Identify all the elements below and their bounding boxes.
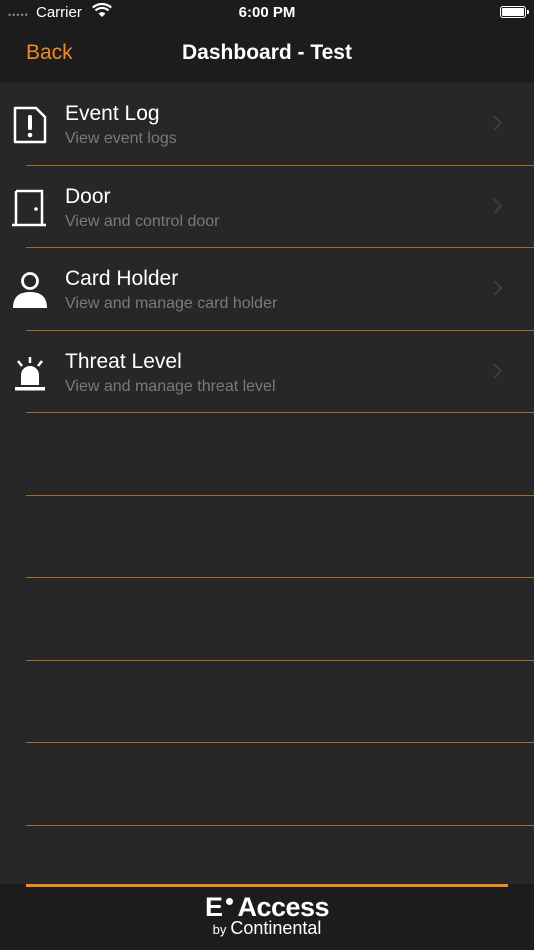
empty-row xyxy=(0,661,534,744)
person-icon xyxy=(13,272,47,308)
eaccess-logo: E Access by Continental xyxy=(0,893,534,939)
logo-letter-e: E xyxy=(204,892,223,922)
alert-document-icon xyxy=(13,106,47,144)
footer: E Access by Continental xyxy=(0,884,534,950)
footer-accent-line xyxy=(26,884,508,887)
chevron-right-icon xyxy=(493,362,503,379)
page-title: Dashboard - Test xyxy=(182,41,352,64)
logo-dot xyxy=(226,897,234,905)
menu-item-title: Threat Level xyxy=(65,349,182,373)
status-bar: ••••• Carrier 6:00 PM xyxy=(0,0,534,26)
empty-row xyxy=(0,413,534,496)
menu-item-event-log[interactable]: Event Log View event logs xyxy=(0,83,534,166)
menu-item-title: Door xyxy=(65,184,111,208)
empty-row xyxy=(0,743,534,826)
logo-company: Continental xyxy=(230,918,322,938)
empty-row xyxy=(0,578,534,661)
menu-item-subtitle: View event logs xyxy=(65,130,177,147)
logo-word-access: Access xyxy=(237,892,330,922)
chevron-right-icon xyxy=(493,115,503,131)
door-icon xyxy=(12,189,46,226)
chevron-right-icon xyxy=(493,280,503,296)
logo-by: by xyxy=(212,922,227,937)
back-button[interactable]: Back xyxy=(26,41,73,65)
menu-item-subtitle: View and manage threat level xyxy=(65,377,276,395)
menu-item-title: Event Log xyxy=(65,102,160,125)
menu-item-card-holder[interactable]: Card Holder View and manage card holder xyxy=(0,248,534,331)
menu-list: Event Log View event logs Door View and … xyxy=(0,83,534,826)
menu-item-threat-level[interactable]: Threat Level View and manage threat leve… xyxy=(0,331,534,414)
battery-icon xyxy=(500,6,529,18)
menu-item-subtitle: View and control door xyxy=(65,212,220,230)
empty-row xyxy=(0,496,534,579)
menu-item-title: Card Holder xyxy=(65,267,179,290)
navigation-bar: Back Dashboard - Test xyxy=(0,26,534,83)
menu-item-door[interactable]: Door View and control door xyxy=(0,166,534,249)
siren-icon xyxy=(15,356,45,390)
menu-item-subtitle: View and manage card holder xyxy=(65,295,278,312)
chevron-right-icon xyxy=(493,197,503,214)
status-time: 6:00 PM xyxy=(238,4,296,21)
